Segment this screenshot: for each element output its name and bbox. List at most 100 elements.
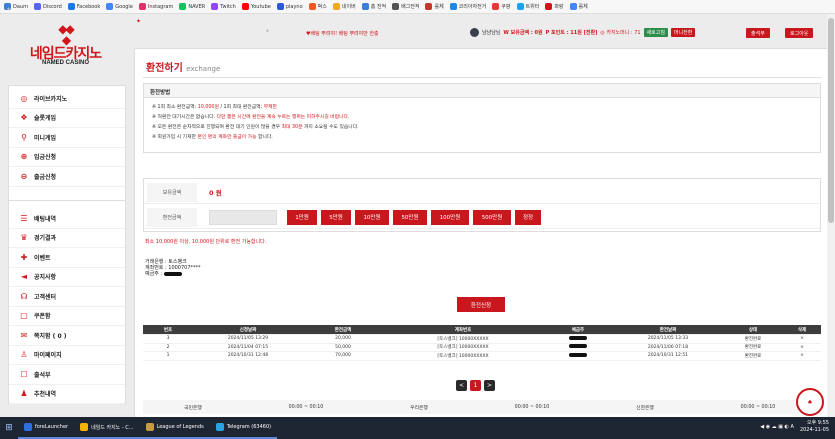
sidebar-item[interactable]: ♛ 경기결과 <box>9 229 125 248</box>
sidebar-item-label: 출금신청 <box>34 173 57 181</box>
sidebar-item[interactable]: ☰ 배팅내역 <box>9 209 125 229</box>
sidebar-item[interactable]: ☐ 출석부 <box>9 365 125 385</box>
corner-red-decoration-icon: ✦ <box>136 18 142 25</box>
bank-hours-time: 00:00 ~ 00:10 <box>514 404 550 410</box>
bookmark-item[interactable]: 파랑 <box>545 3 564 10</box>
bookmark-item[interactable]: 네이버 <box>332 3 356 10</box>
amount-button[interactable]: 정정 <box>515 209 541 225</box>
account-holder: 예금주 : <box>145 271 163 277</box>
info-text: 합니다. <box>256 135 273 140</box>
amount-button[interactable]: 10만원 <box>355 209 389 225</box>
refresh-button[interactable]: 새로고침 <box>643 28 668 37</box>
bookmark-icon <box>276 3 284 10</box>
holding-row: 보유금액 0 원 <box>144 181 822 204</box>
bookmark-item[interactable]: Discord <box>33 3 62 10</box>
bookmark-item[interactable]: 트위터 <box>516 3 539 10</box>
taskbar-app[interactable]: foreLauncher <box>18 417 75 439</box>
taskbar-app[interactable]: 네임드 카지노 - C... <box>74 417 140 439</box>
user-icon: ♙ <box>20 350 28 360</box>
bookmark-item[interactable]: 롤체 <box>425 3 444 10</box>
title-divider <box>143 77 821 78</box>
bookmark-icon <box>392 3 400 10</box>
attendance-button[interactable]: 출석부 <box>746 28 770 38</box>
sidebar-item[interactable]: ⊕ 입금신청 <box>9 148 125 167</box>
amount-button[interactable]: 500만원 <box>473 209 511 225</box>
sidebar-item[interactable]: ◎ 라이브카지노 <box>9 89 125 109</box>
point-amount[interactable]: P 포인트 : 11원 [전환] <box>546 29 598 36</box>
taskbar-app-label: 네임드 카지노 - C... <box>91 424 134 431</box>
site-logo[interactable]: ◆◆ ◆ 네임드카지노 NAMED CASINO <box>28 23 103 72</box>
table-header-cell: 번호 <box>163 327 173 333</box>
table-cell: [토스뱅크] 10000XXXXX <box>437 353 489 359</box>
bookmark-item[interactable]: Facebook <box>67 3 100 10</box>
floating-chat-icon[interactable]: ♠ <box>796 388 824 416</box>
bookmark-item[interactable]: 홈 전적 <box>361 3 386 10</box>
bookmark-label: 네이버 <box>341 4 356 10</box>
sidebar-item-label: 출석부 <box>34 371 51 379</box>
bookmark-label: 코리아자전거 <box>458 4 487 10</box>
bookmark-label: Google <box>115 3 133 10</box>
sidebar-item[interactable]: ❖ 슬롯게임 <box>9 109 125 128</box>
delete-button[interactable]: × <box>783 345 821 350</box>
table-header-cell: 환전날짜 <box>659 327 677 333</box>
scrollbar-thumb[interactable] <box>828 18 834 223</box>
sidebar-item[interactable]: ⊖ 출금신청 <box>9 167 125 187</box>
taskbar-app[interactable]: League of Legends <box>139 417 210 439</box>
bookmark-item[interactable]: Twitch <box>211 3 236 10</box>
amount-button[interactable]: 50만원 <box>393 209 427 225</box>
redacted-bar <box>569 335 587 340</box>
info-text: 무제한 <box>263 105 277 110</box>
bookmark-icon <box>308 3 316 10</box>
logout-button[interactable]: 로그아웃 <box>785 28 814 38</box>
page-scrollbar[interactable] <box>827 14 835 417</box>
delete-button[interactable]: × <box>783 353 821 358</box>
sidebar-item[interactable]: ⚲ 미니게임 <box>9 128 125 148</box>
amount-button[interactable]: 100만원 <box>431 209 469 225</box>
bookmark-icon <box>67 3 75 10</box>
method-title: 환전방법 <box>144 84 820 98</box>
table-cell: 2024/10/31 12:51 <box>647 353 689 359</box>
sidebar-item[interactable]: ☊ 고객센터 <box>9 287 125 307</box>
delete-button[interactable]: × <box>783 336 821 341</box>
bookmark-label: Youtube <box>250 3 271 10</box>
bookmark-icon <box>179 3 187 10</box>
windows-start-icon[interactable]: ⊞ <box>0 417 18 439</box>
sidebar-item[interactable]: ▢ 쿠폰함 <box>9 307 125 326</box>
bookmark-label: Discord <box>42 3 62 10</box>
taskbar-app-label: League of Legends <box>156 424 204 430</box>
prev-page-button[interactable]: < <box>456 380 467 391</box>
bookmark-item[interactable]: 벅스 <box>308 3 327 10</box>
exchange-panel: 환전하기 exchange 환전방법 ※ 1회 최소 환전금액: 10,000원… <box>134 48 828 418</box>
bookmark-item[interactable]: 배그전적 <box>392 3 419 10</box>
bookmark-item[interactable]: NAVER <box>179 3 205 10</box>
tray-icons[interactable]: ◀ ◉ ☁ ▣ ◐ A <box>760 424 794 430</box>
clock[interactable]: 오후 9:55 2024-11-05 <box>800 420 829 434</box>
table-header-row: 번호 신청날짜 환전금액 계좌번호 예금주 환전날짜 상태 삭제 <box>143 325 821 335</box>
sidebar-item[interactable]: ✚ 이벤트 <box>9 248 125 268</box>
amount-button[interactable]: 5만원 <box>321 209 351 225</box>
bookmark-item[interactable]: 쿠팡 <box>492 3 511 10</box>
amount-button[interactable]: 1만원 <box>287 209 317 225</box>
sidebar-item[interactable]: ♟ 추천내역 <box>9 385 125 404</box>
bookmark-icon <box>106 3 114 10</box>
bookmark-item[interactable]: 코리아자전거 <box>449 3 487 10</box>
sidebar-item[interactable]: ✉ 쪽지함 ( 0 ) <box>9 326 125 346</box>
page-1-button[interactable]: 1 <box>470 380 481 391</box>
bookmark-item[interactable]: Youtube <box>241 3 271 10</box>
table-header-cell: 예금주 <box>571 327 585 333</box>
redacted-bar <box>163 271 182 276</box>
sidebar-item[interactable]: ◄ 공지사항 <box>9 268 125 287</box>
money-convert-button[interactable]: 머니전환 <box>670 28 696 37</box>
bookmark-item[interactable]: playno <box>276 3 303 10</box>
sidebar-item[interactable]: ♙ 마이페이지 <box>9 346 125 365</box>
taskbar-app[interactable]: Telegram (63460) <box>209 417 278 439</box>
bookmark-item[interactable]: Google <box>106 3 133 10</box>
next-page-button[interactable]: > <box>484 380 495 391</box>
taskbar-app-label: Telegram (63460) <box>226 424 272 430</box>
amount-input[interactable] <box>209 209 277 225</box>
coupon-icon: ▢ <box>20 311 28 321</box>
bookmark-item[interactable]: 롤체 <box>569 3 588 10</box>
bookmark-item[interactable]: Instagram <box>138 3 173 10</box>
exchange-apply-button[interactable]: 환전신청 <box>457 297 505 312</box>
holding-value: 0 원 <box>209 189 222 197</box>
